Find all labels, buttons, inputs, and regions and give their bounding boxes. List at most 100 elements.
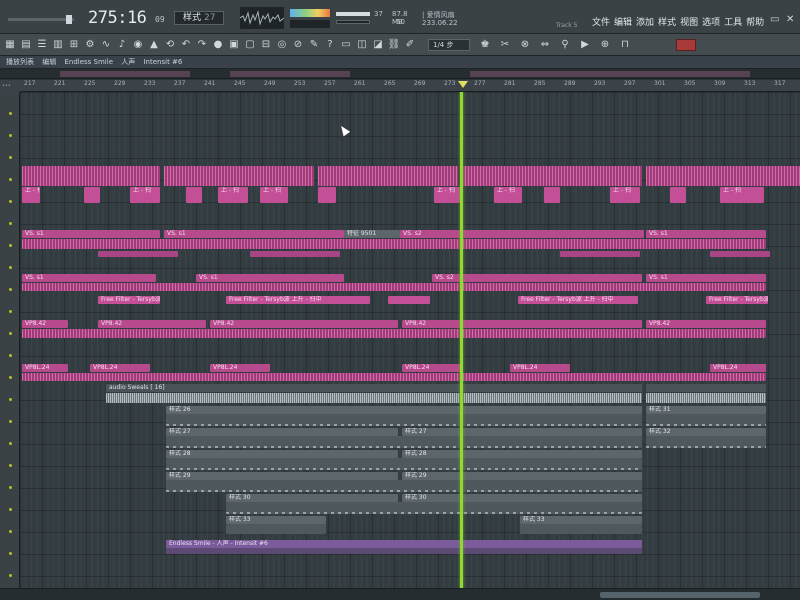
vocal-clip[interactable]: Endless Smile - 人声 - Intensit #6 <box>166 540 642 548</box>
menu-view[interactable]: 视图 <box>680 18 698 28</box>
pattern-clip-32[interactable]: 样式 32 <box>646 428 766 436</box>
track-3-indicator[interactable] <box>9 156 12 159</box>
track-10-indicator[interactable] <box>9 310 12 313</box>
brush-icon[interactable]: ♚ <box>478 38 492 52</box>
play-icon[interactable]: ▶ <box>578 38 592 52</box>
pattern-notes[interactable] <box>166 436 642 448</box>
upsweep-clip[interactable] <box>318 187 336 203</box>
playlist-grid[interactable]: 上 - 扫 上 - 扫 上 - 扫 上 - 扫 上 - 扫 上 - 扫 上 - … <box>20 92 800 588</box>
pattern-selector[interactable]: 样式 27 <box>174 11 224 25</box>
highlight-clip[interactable]: 特征 9501 <box>344 230 400 238</box>
pattern-clip-33[interactable]: 样式 33 <box>226 516 326 524</box>
undo-icon[interactable]: ↶ <box>179 38 193 52</box>
wave-icon[interactable]: ∿ <box>99 38 113 52</box>
track-11-indicator[interactable] <box>9 332 12 335</box>
master-volume-knob[interactable] <box>66 15 72 24</box>
track-12-indicator[interactable] <box>9 354 12 357</box>
tool-c-icon[interactable]: ◎ <box>275 38 289 52</box>
record-button[interactable] <box>676 39 696 51</box>
pattern-clip-29[interactable]: 样式 29 <box>402 472 642 480</box>
tool-d-icon[interactable]: ⊘ <box>291 38 305 52</box>
browser-icon[interactable]: ⊞ <box>67 38 81 52</box>
track-8-indicator[interactable] <box>9 266 12 269</box>
pattern-clip-28[interactable]: 样式 28 <box>402 450 642 458</box>
pattern-clip-26[interactable]: 样式 26 <box>166 406 642 414</box>
vs-clip[interactable]: VS. s1 <box>164 230 344 238</box>
snap-selector[interactable]: 1/4 步 <box>428 39 470 51</box>
vs-clip[interactable]: VS. s2 <box>432 274 642 282</box>
scrollbar-thumb[interactable] <box>600 592 760 598</box>
upsweep-clip[interactable]: 上 - 扫 <box>22 187 40 203</box>
tempo-icon[interactable]: ♪ <box>115 38 129 52</box>
vs-clip[interactable]: VS. s1 <box>22 230 160 238</box>
track-17-indicator[interactable] <box>9 464 12 467</box>
timeline-ruler[interactable]: 217 221 225 229 233 237 241 245 249 253 … <box>20 80 800 92</box>
pattern-notes[interactable] <box>166 458 642 470</box>
filter-clip[interactable]: Free Filter - Tersyb波 上升 - 扫中 <box>98 296 160 304</box>
master-volume-slider[interactable] <box>8 15 74 24</box>
vpl-waveform[interactable] <box>22 373 766 381</box>
track-21-indicator[interactable] <box>9 552 12 555</box>
vs-waveform[interactable] <box>22 283 766 291</box>
upsweep-clip[interactable]: 上 - 扫 <box>260 187 288 203</box>
playlist-icon[interactable]: ▥ <box>51 38 65 52</box>
vs-waveform[interactable] <box>22 239 766 249</box>
pattern-notes[interactable] <box>226 502 642 514</box>
audio-waveform[interactable] <box>646 393 766 403</box>
vs-notes[interactable] <box>98 251 178 257</box>
track-14-indicator[interactable] <box>9 398 12 401</box>
menu-patterns[interactable]: 样式 <box>658 18 676 28</box>
vs-clip[interactable]: VS. s1 <box>22 274 156 282</box>
tool-a-icon[interactable]: ▢ <box>243 38 257 52</box>
loop-icon[interactable]: ⟲ <box>163 38 177 52</box>
track-5-indicator[interactable] <box>9 200 12 203</box>
vpl-clip[interactable]: VP8L.24 <box>22 364 68 372</box>
track-6-indicator[interactable] <box>9 222 12 225</box>
tool-f-icon[interactable]: ◫ <box>355 38 369 52</box>
vp-waveform[interactable] <box>22 329 766 338</box>
upsweep-clip[interactable]: 上 - 扫 <box>720 187 764 203</box>
breadcrumb-edit[interactable]: 编辑 <box>42 58 56 66</box>
vs-clip[interactable]: VS. s1 <box>646 274 766 282</box>
close-icon[interactable]: ✕ <box>786 14 794 25</box>
mic-icon[interactable]: ● <box>211 38 225 52</box>
pattern-clip-27[interactable]: 样式 27 <box>166 428 398 436</box>
pattern-clip-29[interactable]: 样式 29 <box>166 472 398 480</box>
channel-rack-icon[interactable]: ☰ <box>35 38 49 52</box>
vocal-clip-body[interactable] <box>166 548 642 554</box>
filter-clip[interactable]: Free Filter - Tersyb波 上升 - 扫中 <box>518 296 638 304</box>
pattern-clip[interactable] <box>462 166 642 186</box>
pattern-clip-30[interactable]: 样式 30 <box>226 494 398 502</box>
filter-clip[interactable] <box>388 296 430 304</box>
track-1-indicator[interactable] <box>9 112 12 115</box>
pattern-notes[interactable] <box>646 414 766 426</box>
track-13-indicator[interactable] <box>9 376 12 379</box>
pattern-clip-28[interactable]: 样式 28 <box>166 450 398 458</box>
song-time-display[interactable]: 275:16 <box>88 8 147 28</box>
piano-roll-icon[interactable]: ▤ <box>19 38 33 52</box>
upsweep-clip[interactable] <box>670 187 686 203</box>
upsweep-clip[interactable]: 上 - 扫 <box>610 187 640 203</box>
help-icon[interactable]: ▭ <box>339 38 353 52</box>
vp-clip[interactable]: VP8.42 <box>98 320 206 328</box>
pattern-notes[interactable] <box>226 524 326 534</box>
disk-icon[interactable]: ▣ <box>227 38 241 52</box>
playhead-marker[interactable] <box>458 81 468 88</box>
metronome-icon[interactable]: ▲ <box>147 38 161 52</box>
pattern-clip-33[interactable]: 样式 33 <box>520 516 642 524</box>
track-15-indicator[interactable] <box>9 420 12 423</box>
tool-e-icon[interactable]: ✎ <box>307 38 321 52</box>
mute-icon[interactable]: ⊗ <box>518 38 532 52</box>
menu-options[interactable]: 选项 <box>702 18 720 28</box>
overview-strip[interactable] <box>0 69 800 79</box>
vpl-clip[interactable]: VP8L.24 <box>210 364 270 372</box>
vs-notes[interactable] <box>250 251 340 257</box>
pattern-clip-27[interactable]: 样式 27 <box>402 428 642 436</box>
track-22-indicator[interactable] <box>9 574 12 577</box>
breadcrumb-playlist[interactable]: 播放列表 <box>6 58 34 66</box>
audio-clip[interactable]: audio Sweals [ 16] <box>106 384 642 392</box>
vs-notes[interactable] <box>560 251 640 257</box>
track-7-indicator[interactable] <box>9 244 12 247</box>
breadcrumb-vocal[interactable]: 人声 <box>121 58 135 66</box>
menu-edit[interactable]: 编辑 <box>614 18 632 28</box>
